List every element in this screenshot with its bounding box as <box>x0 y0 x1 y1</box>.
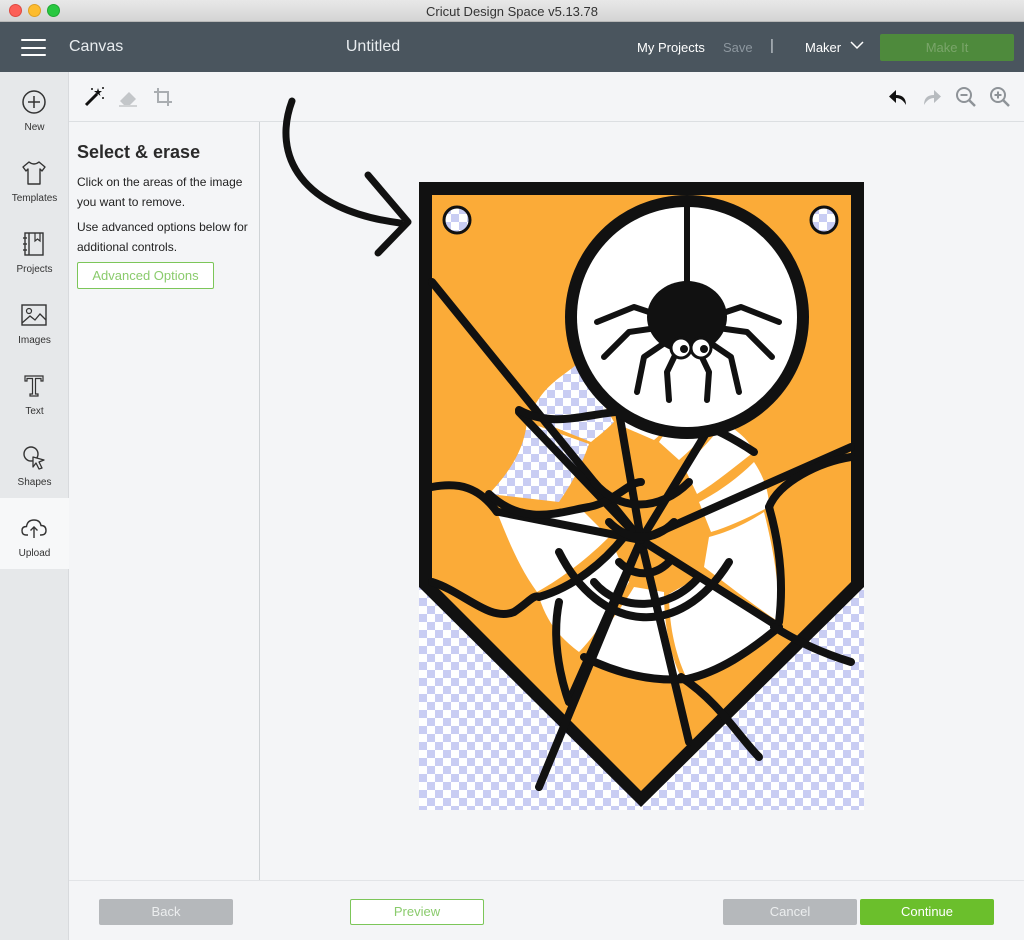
notebook-icon <box>23 232 44 256</box>
sidebar-item-templates[interactable]: Templates <box>0 143 69 214</box>
my-projects-link[interactable]: My Projects <box>637 40 705 55</box>
window-title: Cricut Design Space v5.13.78 <box>426 4 598 19</box>
image-icon <box>21 304 47 326</box>
sidebar-item-label: New <box>24 122 45 133</box>
upload-cloud-icon <box>21 519 47 538</box>
sidebar-item-label: Shapes <box>17 477 52 488</box>
chevron-down-icon[interactable] <box>850 40 864 50</box>
panel-advanced-hint: Use advanced options below for additiona… <box>77 220 248 254</box>
sidebar-item-label: Templates <box>11 193 58 204</box>
undo-icon[interactable] <box>887 86 909 108</box>
sidebar-item-text[interactable]: Text <box>0 356 69 427</box>
zoom-in-icon[interactable] <box>989 86 1011 108</box>
back-button[interactable]: Back <box>99 899 233 925</box>
header-separator: | <box>770 37 774 54</box>
eraser-icon[interactable] <box>117 86 139 108</box>
left-sidebar: New Templates Projects Images Text Shape… <box>0 72 69 940</box>
app-header: Canvas Untitled My Projects Save | Maker… <box>0 22 1024 72</box>
make-it-button[interactable]: Make It <box>880 34 1014 61</box>
advanced-options-button[interactable]: Advanced Options <box>77 262 214 289</box>
project-title: Untitled <box>345 38 401 55</box>
sidebar-item-shapes[interactable]: Shapes <box>0 427 69 498</box>
annotation-arrow <box>282 97 412 257</box>
edit-toolbar <box>69 72 1024 122</box>
cancel-button[interactable]: Cancel <box>723 899 857 925</box>
continue-button[interactable]: Continue <box>860 899 994 925</box>
bottom-action-bar: Back Preview Cancel Continue <box>69 880 1024 940</box>
sidebar-item-images[interactable]: Images <box>0 285 69 356</box>
sidebar-item-projects[interactable]: Projects <box>0 214 69 285</box>
magic-wand-icon[interactable] <box>83 86 105 108</box>
sidebar-item-label: Text <box>25 406 44 417</box>
zoom-out-icon[interactable] <box>955 86 977 108</box>
redo-icon[interactable] <box>921 86 943 108</box>
tshirt-icon <box>22 161 46 185</box>
preview-button[interactable]: Preview <box>350 899 484 925</box>
sidebar-item-upload[interactable]: Upload <box>0 498 69 569</box>
sidebar-item-label: Upload <box>18 548 51 559</box>
sidebar-item-label: Images <box>18 335 51 346</box>
window-titlebar: Cricut Design Space v5.13.78 <box>0 0 1024 22</box>
save-button[interactable]: Save <box>723 40 753 55</box>
panel-title: Select & erase <box>77 142 201 162</box>
uploaded-image-preview[interactable] <box>419 182 864 810</box>
text-icon <box>24 375 44 397</box>
sidebar-item-new[interactable]: New <box>0 72 69 143</box>
plus-circle-icon <box>22 90 46 114</box>
machine-select[interactable]: Maker <box>805 40 841 55</box>
shapes-icon <box>23 446 45 470</box>
crop-icon[interactable] <box>152 86 174 108</box>
select-erase-panel: Select & erase Click on the areas of the… <box>69 122 260 880</box>
panel-instructions: Click on the areas of the image you want… <box>77 175 243 209</box>
sidebar-item-label: Projects <box>16 264 53 275</box>
